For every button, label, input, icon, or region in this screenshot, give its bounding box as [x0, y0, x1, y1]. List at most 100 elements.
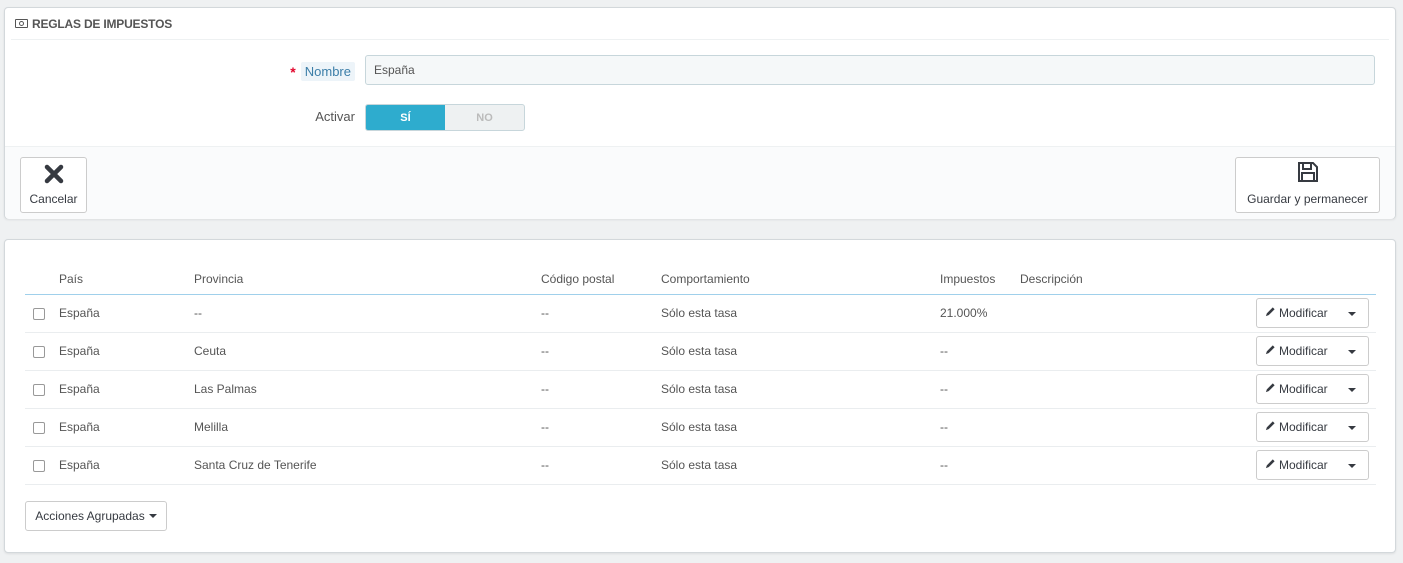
- cell-behavior: Sólo esta tasa: [661, 332, 940, 371]
- pencil-icon: [1265, 420, 1276, 434]
- save-and-stay-button[interactable]: Guardar y permanecer: [1235, 157, 1380, 213]
- edit-label: Modificar: [1279, 306, 1328, 320]
- panel-heading: REGLAS DE IMPUESTOS: [11, 8, 1389, 40]
- cell-tax: --: [940, 332, 1020, 371]
- cell-province: Melilla: [194, 408, 541, 447]
- cell-postal: --: [541, 294, 661, 333]
- switch-no[interactable]: NO: [445, 105, 524, 130]
- row-checkbox[interactable]: [33, 421, 45, 434]
- close-icon: [44, 164, 64, 190]
- panel-footer: Cancelar Guardar y permanecer: [5, 146, 1395, 219]
- panel-title: REGLAS DE IMPUESTOS: [32, 16, 173, 31]
- cell-province: Las Palmas: [194, 370, 541, 409]
- chevron-down-icon[interactable]: [1348, 312, 1356, 316]
- table-header-row: País Provincia Código postal Comportamie…: [25, 264, 1376, 295]
- row-checkbox[interactable]: [33, 307, 45, 320]
- cell-province: --: [194, 294, 541, 333]
- row-checkbox-cell: [25, 332, 59, 371]
- active-label: Activar: [315, 109, 355, 124]
- save-label: Guardar y permanecer: [1247, 192, 1368, 206]
- required-mark: *: [290, 63, 296, 80]
- cell-actions: Modificar: [1256, 408, 1376, 447]
- row-checkbox[interactable]: [33, 345, 45, 358]
- cell-province: Ceuta: [194, 332, 541, 371]
- cell-behavior: Sólo esta tasa: [661, 408, 940, 447]
- cell-description: [1020, 332, 1256, 371]
- header-description: Descripción: [1020, 264, 1256, 295]
- floppy-disk-icon: [1296, 160, 1320, 190]
- cell-country: España: [59, 294, 194, 333]
- chevron-down-icon[interactable]: [1348, 426, 1356, 430]
- header-tax: Impuestos: [940, 264, 1020, 295]
- cell-postal: --: [541, 332, 661, 371]
- cell-behavior: Sólo esta tasa: [661, 446, 940, 485]
- name-label[interactable]: Nombre: [300, 62, 355, 81]
- table-row: España -- -- Sólo esta tasa 21.000% Modificar: [25, 294, 1376, 333]
- edit-button[interactable]: Modificar: [1256, 298, 1369, 328]
- chevron-down-icon[interactable]: [1348, 350, 1356, 354]
- cell-country: España: [59, 446, 194, 485]
- row-checkbox-cell: [25, 370, 59, 409]
- cell-country: España: [59, 370, 194, 409]
- cell-behavior: Sólo esta tasa: [661, 370, 940, 409]
- table-row: España Melilla -- Sólo esta tasa -- Modificar: [25, 408, 1376, 447]
- active-label-row: Activar: [315, 109, 355, 124]
- tax-rules-list-panel: País Provincia Código postal Comportamie…: [4, 239, 1396, 553]
- chevron-down-icon[interactable]: [1348, 388, 1356, 392]
- cell-tax: --: [940, 446, 1020, 485]
- cell-description: [1020, 408, 1256, 447]
- cell-behavior: Sólo esta tasa: [661, 294, 940, 333]
- pencil-icon: [1265, 344, 1276, 358]
- money-icon: [15, 19, 28, 28]
- edit-button[interactable]: Modificar: [1256, 336, 1369, 366]
- cell-tax: --: [940, 408, 1020, 447]
- chevron-down-icon[interactable]: [1348, 464, 1356, 468]
- cell-actions: Modificar: [1256, 294, 1376, 333]
- bulk-actions-button[interactable]: Acciones Agrupadas: [25, 501, 167, 531]
- pencil-icon: [1265, 306, 1276, 320]
- chevron-down-icon: [148, 514, 157, 518]
- cell-country: España: [59, 332, 194, 371]
- cell-postal: --: [541, 408, 661, 447]
- cancel-label: Cancelar: [29, 192, 78, 206]
- table-row: España Las Palmas -- Sólo esta tasa -- Modifi…: [25, 370, 1376, 409]
- active-switch[interactable]: SÍ NO: [365, 104, 525, 131]
- row-checkbox-cell: [25, 446, 59, 485]
- row-checkbox[interactable]: [33, 459, 45, 472]
- edit-button[interactable]: Modificar: [1256, 374, 1369, 404]
- pencil-icon: [1265, 382, 1276, 396]
- row-checkbox[interactable]: [33, 383, 45, 396]
- name-input[interactable]: [365, 55, 1375, 85]
- cell-tax: --: [940, 370, 1020, 409]
- edit-button[interactable]: Modificar: [1256, 450, 1369, 480]
- edit-label: Modificar: [1279, 382, 1328, 396]
- row-checkbox-cell: [25, 294, 59, 333]
- cancel-button[interactable]: Cancelar: [20, 157, 87, 213]
- table-row: España Santa Cruz de Tenerife -- Sólo esta …: [25, 446, 1376, 485]
- header-postal: Código postal: [541, 264, 661, 295]
- cell-postal: --: [541, 370, 661, 409]
- header-actions: [1256, 264, 1376, 295]
- edit-label: Modificar: [1279, 344, 1328, 358]
- tax-rule-form-panel: REGLAS DE IMPUESTOS * Nombre Activar SÍ …: [4, 7, 1396, 219]
- cell-tax: 21.000%: [940, 294, 1020, 333]
- cell-description: [1020, 446, 1256, 485]
- cell-actions: Modificar: [1256, 332, 1376, 371]
- cell-actions: Modificar: [1256, 370, 1376, 409]
- table-row: España Ceuta -- Sólo esta tasa -- Modificar: [25, 332, 1376, 371]
- edit-label: Modificar: [1279, 420, 1328, 434]
- cell-description: [1020, 370, 1256, 409]
- name-label-row: * Nombre: [290, 62, 355, 81]
- tax-rules-table: País Provincia Código postal Comportamie…: [25, 264, 1376, 485]
- cell-postal: --: [541, 446, 661, 485]
- row-checkbox-cell: [25, 408, 59, 447]
- edit-label: Modificar: [1279, 458, 1328, 472]
- header-country: País: [59, 264, 194, 295]
- header-behavior: Comportamiento: [661, 264, 940, 295]
- cell-actions: Modificar: [1256, 446, 1376, 485]
- cell-province: Santa Cruz de Tenerife: [194, 446, 541, 485]
- switch-yes[interactable]: SÍ: [366, 105, 445, 130]
- edit-button[interactable]: Modificar: [1256, 412, 1369, 442]
- cell-description: [1020, 294, 1256, 333]
- header-province: Provincia: [194, 264, 541, 295]
